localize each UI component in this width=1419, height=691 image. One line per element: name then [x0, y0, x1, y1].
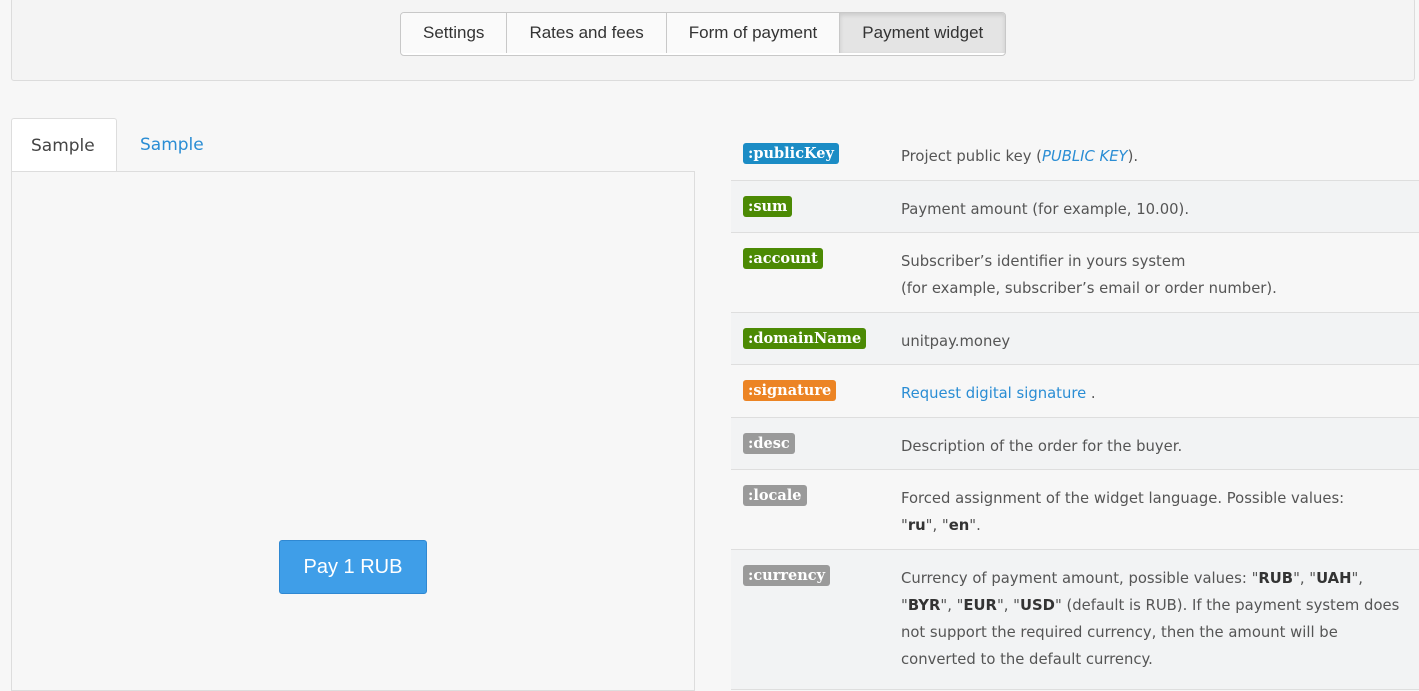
desc-line: "ru", "en".	[901, 517, 981, 534]
currency-eur: EUR	[963, 597, 997, 614]
tab-settings[interactable]: Settings	[401, 13, 508, 53]
desc-text: Project public key (	[901, 148, 1042, 165]
param-row: :domainName unitpay.money	[731, 313, 1419, 365]
tab-sample-code[interactable]: Sample code	[121, 118, 223, 209]
param-row: :publicKey Project public key (PUBLIC KE…	[731, 128, 1419, 181]
param-description: Payment amount (for example, 10.00).	[901, 201, 1190, 218]
param-row: :sum Payment amount (for example, 10.00)…	[731, 181, 1419, 233]
param-badge: :currency	[743, 565, 831, 586]
tab-form-of-payment[interactable]: Form of payment	[666, 13, 841, 53]
param-badge: :locale	[743, 485, 807, 506]
param-badge: :account	[743, 248, 823, 269]
currency-uah: UAH	[1316, 570, 1352, 587]
param-description: Request digital signature .	[901, 380, 1407, 407]
params-table: :publicKey Project public key (PUBLIC KE…	[731, 128, 1419, 690]
desc-line: Forced assignment of the widget language…	[901, 490, 1345, 507]
param-badge: :domainName	[743, 328, 867, 349]
param-row: :currency Currency of payment amount, po…	[731, 550, 1419, 690]
desc-line: (for example, subscriber’s email or orde…	[901, 280, 1277, 297]
param-badge: :desc	[743, 433, 795, 454]
param-description: Currency of payment amount, possible val…	[901, 570, 1400, 668]
param-description: unitpay.money	[901, 333, 1011, 350]
param-row: :account Subscriber’s identifier in your…	[731, 233, 1419, 313]
desc-text: .	[1086, 385, 1096, 402]
param-row: :signature Request digital signature .	[731, 365, 1419, 418]
param-description: Subscriber’s identifier in yours system (…	[901, 248, 1407, 302]
request-signature-link[interactable]: Request digital signature	[901, 385, 1086, 402]
separator: ,	[932, 517, 942, 534]
param-badge: :sum	[743, 196, 793, 217]
value-ru: ru	[907, 517, 926, 534]
currency-usd: USD	[1019, 597, 1055, 614]
tab-sample[interactable]: Sample	[11, 118, 117, 172]
param-row: :desc Description of the order for the b…	[731, 418, 1419, 470]
public-key-link[interactable]: PUBLIC KEY	[1042, 148, 1128, 165]
desc-text: ).	[1127, 148, 1139, 165]
currency-byr: BYR	[907, 597, 941, 614]
param-description: Project public key (PUBLIC KEY).	[901, 143, 1407, 170]
desc-text: .	[976, 517, 981, 534]
desc-text: Currency of payment amount, possible val…	[901, 570, 1252, 587]
param-badge: :publicKey	[743, 143, 839, 164]
section-tabs: Settings Rates and fees Form of payment …	[400, 12, 1007, 56]
param-description: Description of the order for the buyer.	[901, 438, 1183, 455]
param-row: :locale Forced assignment of the widget …	[731, 470, 1419, 550]
param-description: Forced assignment of the widget language…	[901, 485, 1407, 539]
tab-rates-and-fees[interactable]: Rates and fees	[507, 13, 667, 53]
desc-line: Subscriber’s identifier in yours system	[901, 253, 1186, 270]
tab-payment-widget[interactable]: Payment widget	[840, 13, 1006, 53]
pay-button[interactable]: Pay 1 RUB	[279, 540, 427, 594]
currency-rub: RUB	[1258, 570, 1294, 587]
value-en: en	[948, 517, 970, 534]
param-badge: :signature	[743, 380, 837, 401]
sample-panel	[11, 171, 695, 691]
